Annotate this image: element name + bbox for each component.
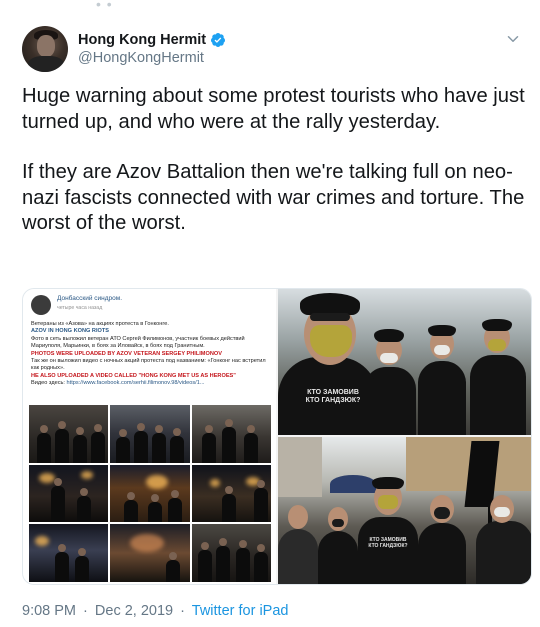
post-photo xyxy=(191,405,271,463)
media-grid[interactable]: Донбасский синдром. четыре часа назад Ве… xyxy=(22,288,532,585)
tweet-date[interactable]: Dec 2, 2019 xyxy=(95,603,173,619)
tweet-time[interactable]: 9:08 PM xyxy=(22,603,76,619)
post-body: Ветераны из «Азова» на акциях протеста в… xyxy=(31,321,271,388)
tweet-paragraph: Huge warning about some protest tourists… xyxy=(22,85,525,133)
post-photo xyxy=(191,524,271,582)
media-image-selfie[interactable]: КТО ЗАМОВИВ КТО ГАНДЗЮК? xyxy=(278,289,531,435)
author-name-row[interactable]: Hong Kong Hermit xyxy=(78,32,226,48)
tweet-source-link[interactable]: Twitter for iPad xyxy=(192,603,289,619)
chevron-down-icon[interactable] xyxy=(504,30,522,48)
author-handle[interactable]: @HongKongHermit xyxy=(78,50,204,66)
verified-badge-icon xyxy=(211,33,226,47)
tweet-text: Huge warning about some protest tourists… xyxy=(22,84,527,237)
post-photo xyxy=(110,405,190,463)
post-photo xyxy=(110,464,190,523)
display-name[interactable]: Hong Kong Hermit xyxy=(78,32,206,48)
media-image-group[interactable]: КТО ЗАМОВИВ КТО ГАНДЗЮК? xyxy=(278,437,531,584)
post-line: Фото в сеть выложил ветеран АТО Сергей Ф… xyxy=(31,335,245,350)
post-photo-grid xyxy=(29,405,271,582)
post-headline: AZOV IN HONG KONG RIOTS xyxy=(31,328,110,335)
post-avatar xyxy=(31,295,51,315)
post-photo xyxy=(110,524,190,582)
shirt-print-text: КТО ЗАМОВИВ КТО ГАНДЗЮК? xyxy=(305,389,361,404)
post-line: Ветераны из «Азова» на акциях протеста в… xyxy=(31,321,169,327)
post-highlight: PHOTOS WERE UPLOADED BY AZOV VETERAN SER… xyxy=(31,350,222,357)
shirt-print-text: КТО ЗАМОВИВ КТО ГАНДЗЮК? xyxy=(368,537,408,549)
post-source-name: Донбасский синдром. xyxy=(57,295,123,302)
post-photo xyxy=(29,464,109,523)
tweet-footer: 9:08 PM · Dec 2, 2019 · Twitter for iPad xyxy=(22,603,288,619)
previous-tweet-fade: • • xyxy=(0,0,540,18)
post-highlight: HE ALSO UPLOADED A VIDEO CALLED "HONG KO… xyxy=(31,372,236,379)
media-image-post-screenshot[interactable]: Донбасский синдром. четыре часа назад Ве… xyxy=(23,289,276,584)
footer-separator: · xyxy=(180,603,185,619)
post-time: четыре часа назад xyxy=(57,305,103,311)
thread-dots: • • xyxy=(96,0,113,12)
footer-separator: · xyxy=(83,603,88,619)
post-link-label: Видео здесь: xyxy=(31,380,65,387)
post-photo xyxy=(29,524,109,582)
post-photo xyxy=(191,464,271,523)
post-photo xyxy=(29,405,109,463)
tweet-header: Hong Kong Hermit @HongKongHermit xyxy=(22,26,522,76)
post-link: https://www.facebook.com/serhii.filimono… xyxy=(66,380,205,387)
post-line: Так же он выложил видео с ночных акций п… xyxy=(31,358,266,372)
avatar[interactable] xyxy=(22,26,68,72)
tweet-paragraph: If they are Azov Battalion then we're ta… xyxy=(22,161,525,234)
